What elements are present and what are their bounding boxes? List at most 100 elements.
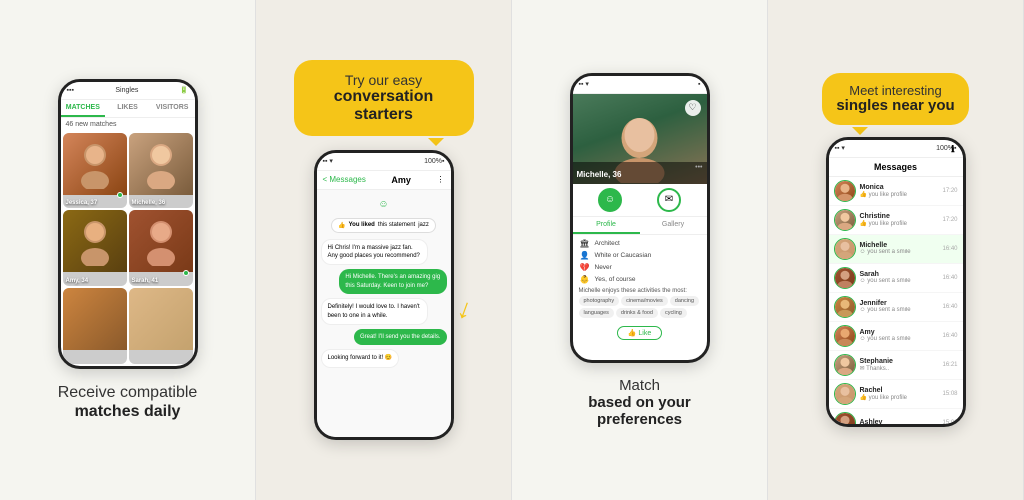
avatar-sarah-msg xyxy=(834,267,856,289)
profile-tags: photography cinema/movies dancing langua… xyxy=(579,296,701,318)
mail-action-btn[interactable]: ✉ xyxy=(657,188,681,212)
bubble2-line1: Meet interesting xyxy=(836,83,954,98)
info-row-married: 💔 Never xyxy=(579,263,701,272)
profile-dots[interactable]: ••• xyxy=(695,164,702,171)
msg-time-christine: 17:20 xyxy=(942,217,957,223)
ethnicity-icon: 👤 xyxy=(579,251,591,260)
avatar-stephanie xyxy=(834,354,856,376)
info-architect: Architect xyxy=(595,240,620,247)
info-married: Never xyxy=(595,264,612,271)
liked-sub: this statement xyxy=(378,222,415,228)
tag-dancing: dancing xyxy=(670,296,699,306)
msg-item-amy[interactable]: Amy ☺ you sent a smile 16:40 xyxy=(829,322,963,351)
match-name-michelle: Michelle, 36 xyxy=(132,200,166,206)
msg-content-sarah: Sarah ☺ you sent a smile xyxy=(860,271,939,284)
msg-preview-stephanie: ✉ Thanks.. xyxy=(860,365,939,372)
info-children: Yes, of course xyxy=(595,276,636,283)
msg-item-rachel[interactable]: Rachel 👍 you like profile 15:08 xyxy=(829,380,963,409)
tab-visitors[interactable]: VISITORS xyxy=(150,100,195,117)
info-ethnicity: White or Caucasian xyxy=(595,252,652,259)
msg-content-rachel: Rachel 👍 you like profile xyxy=(860,387,939,401)
msg-item-monica[interactable]: Monica 👍 you like profile 17:20 xyxy=(829,177,963,206)
msg-content-christine: Christine 👍 you like profile xyxy=(860,213,939,227)
chat-options[interactable]: ⋮ xyxy=(437,175,445,184)
status-bar-1: ▪▪▪ Singles 🔋 xyxy=(61,82,195,100)
battery-2: 100%▪ xyxy=(424,158,444,165)
msg-time-ashley: 15:08 xyxy=(942,420,957,424)
caption-match: Match xyxy=(588,377,691,394)
smiley-icon: ☺ xyxy=(378,199,388,210)
msg-preview-christine: 👍 you like profile xyxy=(860,220,939,227)
app-title-1: Singles xyxy=(115,87,138,94)
back-button[interactable]: < Messages xyxy=(323,175,366,184)
tab-likes[interactable]: LIKES xyxy=(105,100,150,117)
messages-header: Messages ℹ xyxy=(829,158,963,177)
match-amy[interactable]: Amy, 34 xyxy=(63,210,127,286)
phone-profile: ▪▪ ▾ ▪ Michelle, 36 ••• ♡ xyxy=(570,73,710,363)
msg-5: Looking forward to it! 😊 xyxy=(321,349,400,367)
nearby-bubble: Meet interesting singles near you xyxy=(822,73,968,125)
panel-matches: ▪▪▪ Singles 🔋 MATCHES LIKES VISITORS 46 … xyxy=(0,0,256,500)
msg-name-jennifer: Jennifer xyxy=(860,300,939,307)
status-bar-3: ▪▪ ▾ ▪ xyxy=(573,76,707,94)
match-6[interactable] xyxy=(129,288,193,364)
msg-item-jennifer[interactable]: Jennifer ☺ you sent a smile 16:40 xyxy=(829,293,963,322)
like-button[interactable]: 👍 Like xyxy=(617,326,663,340)
msg-item-stephanie[interactable]: Stephanie ✉ Thanks.. 16:21 xyxy=(829,351,963,380)
msg-preview-jennifer: ☺ you sent a smile xyxy=(860,307,939,313)
match-name-sarah: Sarah, 41 xyxy=(132,278,159,284)
msg-content-monica: Monica 👍 you like profile xyxy=(860,184,939,198)
tab-profile[interactable]: Profile xyxy=(573,217,640,234)
msg-2: Hi Michelle. There's an amazing gig this… xyxy=(339,269,446,294)
message-list: Monica 👍 you like profile 17:20 Christin… xyxy=(829,177,963,424)
msg-content-amy: Amy ☺ you sent a smile xyxy=(860,329,939,342)
chat-body: ☺ 👍 You liked this statement jazz Hi Chr… xyxy=(317,190,451,437)
msg-name-stephanie: Stephanie xyxy=(860,358,939,365)
info-icon[interactable]: ℹ xyxy=(951,144,954,155)
msg-item-sarah[interactable]: Sarah ☺ you sent a smile 16:40 xyxy=(829,264,963,293)
liked-text: You liked xyxy=(349,222,375,228)
status-bar-4: ▪▪ ▾ 100%▪ xyxy=(829,140,963,158)
msg-3: Definitely! I would love to. I haven't b… xyxy=(321,298,428,325)
msg-item-ashley[interactable]: Ashley 15:08 xyxy=(829,409,963,424)
interests-title: Michelle enjoys these activities the mos… xyxy=(579,288,701,294)
tab-matches[interactable]: MATCHES xyxy=(61,100,106,117)
match-jessica[interactable]: Jessica, 37 xyxy=(63,133,127,209)
panel-profile: ▪▪ ▾ ▪ Michelle, 36 ••• ♡ xyxy=(512,0,768,500)
profile-name: Michelle, 36 xyxy=(577,170,622,179)
married-icon: 💔 xyxy=(579,263,591,272)
msg-4: Great! I'll send you the details. xyxy=(354,329,447,345)
match-5[interactable] xyxy=(63,288,127,364)
signal-2: ▪▪ ▾ xyxy=(323,157,333,165)
tag-cycling: cycling xyxy=(660,308,687,318)
avatar-michelle-msg xyxy=(834,238,856,260)
caption-based: based on your xyxy=(588,394,691,411)
msg-time-monica: 17:20 xyxy=(942,188,957,194)
phone-matches: ▪▪▪ Singles 🔋 MATCHES LIKES VISITORS 46 … xyxy=(58,79,198,369)
tag-cinema: cinema/movies xyxy=(621,296,668,306)
msg-content-ashley: Ashley xyxy=(860,419,939,424)
match-sarah[interactable]: Sarah, 41 xyxy=(129,210,193,286)
msg-item-michelle[interactable]: Michelle ☺ you sent a smile 16:40 xyxy=(829,235,963,264)
match-michelle[interactable]: Michelle, 36 xyxy=(129,133,193,209)
caption-bold-1: matches daily xyxy=(58,402,198,421)
smile-action-btn[interactable]: ☺ xyxy=(598,188,622,212)
battery-icon: 🔋 xyxy=(180,86,189,94)
info-row-ethnicity: 👤 White or Caucasian xyxy=(579,251,701,260)
signal-3: ▪▪ ▾ xyxy=(579,80,589,88)
tab-gallery[interactable]: Gallery xyxy=(640,217,707,234)
heart-button[interactable]: ♡ xyxy=(685,100,701,116)
msg-item-christine[interactable]: Christine 👍 you like profile 17:20 xyxy=(829,206,963,235)
msg-1: Hi Chris! I'm a massive jazz fan. Any go… xyxy=(321,239,428,266)
profile-actions: ☺ ✉ xyxy=(573,184,707,217)
tag-languages: languages xyxy=(579,308,614,318)
tag-drinks: drinks & food xyxy=(616,308,658,318)
chat-header: < Messages Amy ⋮ xyxy=(317,171,451,190)
bubble2-line2: singles near you xyxy=(836,98,954,115)
panel-conversation: Try our easy conversation starters ▪▪ ▾ … xyxy=(256,0,512,500)
battery-3: ▪ xyxy=(698,81,700,88)
caption-light-1: Receive compatible xyxy=(58,383,198,402)
online-indicator-jessica xyxy=(117,192,123,198)
thumbs-up-icon: 👍 xyxy=(338,222,345,229)
msg-name-michelle-msg: Michelle xyxy=(860,242,939,249)
